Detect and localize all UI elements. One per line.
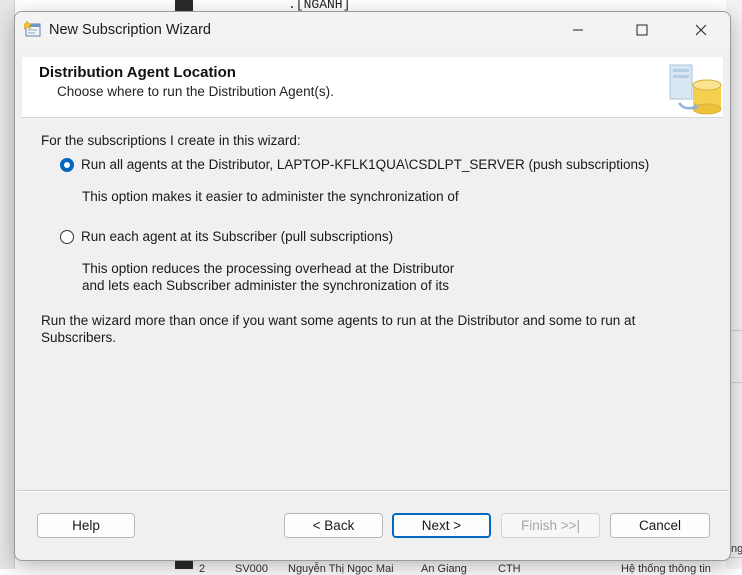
grid-cell: Nguyễn Thị Ngọc Mai <box>288 563 394 575</box>
minimize-button[interactable] <box>555 12 601 48</box>
maximize-icon <box>636 24 648 36</box>
background-right-text: ng <box>731 543 742 555</box>
cancel-button[interactable]: Cancel <box>610 513 710 538</box>
pull-description-line-1: This option reduces the processing overh… <box>82 261 455 276</box>
note-line-1: Run the wizard more than once if you wan… <box>41 313 636 328</box>
help-button[interactable]: Help <box>37 513 135 538</box>
window-title: New Subscription Wizard <box>49 22 211 38</box>
wizard-header: Distribution Agent Location Choose where… <box>22 57 723 118</box>
background-left-panel <box>0 0 15 569</box>
pull-subscriptions-radio[interactable] <box>60 230 74 244</box>
note-line-2: Subscribers. <box>41 330 117 345</box>
database-server-icon <box>665 59 723 117</box>
grid-cell: An Giang <box>421 563 467 575</box>
subscription-wizard-dialog: New Subscription Wizard Distribution Age… <box>14 11 731 561</box>
grid-cell: 2 <box>199 563 206 575</box>
wizard-icon <box>24 21 41 37</box>
pull-subscriptions-label[interactable]: Run each agent at its Subscriber (pull s… <box>81 229 393 244</box>
minimize-icon <box>573 29 583 31</box>
maximize-button[interactable] <box>619 12 665 48</box>
finish-button[interactable]: Finish >>| <box>501 513 600 538</box>
grid-cell: Hệ thống thông tin <box>621 563 711 575</box>
push-subscriptions-radio[interactable] <box>60 158 74 172</box>
title-bar[interactable]: New Subscription Wizard <box>15 12 730 48</box>
page-title: Distribution Agent Location <box>39 64 236 81</box>
pull-description-line-2: and lets each Subscriber administer the … <box>82 278 449 293</box>
intro-label: For the subscriptions I create in this w… <box>41 133 301 148</box>
footer-divider <box>17 490 728 492</box>
push-subscriptions-label[interactable]: Run all agents at the Distributor, LAPTO… <box>81 157 649 172</box>
grid-cell: SV000 <box>235 563 269 575</box>
close-icon <box>695 24 707 36</box>
back-button[interactable]: < Back <box>284 513 383 538</box>
page-subtitle: Choose where to run the Distribution Age… <box>57 84 334 99</box>
close-button[interactable] <box>678 12 724 48</box>
push-description: This option makes it easier to administe… <box>82 189 459 204</box>
grid-cell: CTH <box>498 563 521 575</box>
next-button[interactable]: Next > <box>392 513 491 538</box>
